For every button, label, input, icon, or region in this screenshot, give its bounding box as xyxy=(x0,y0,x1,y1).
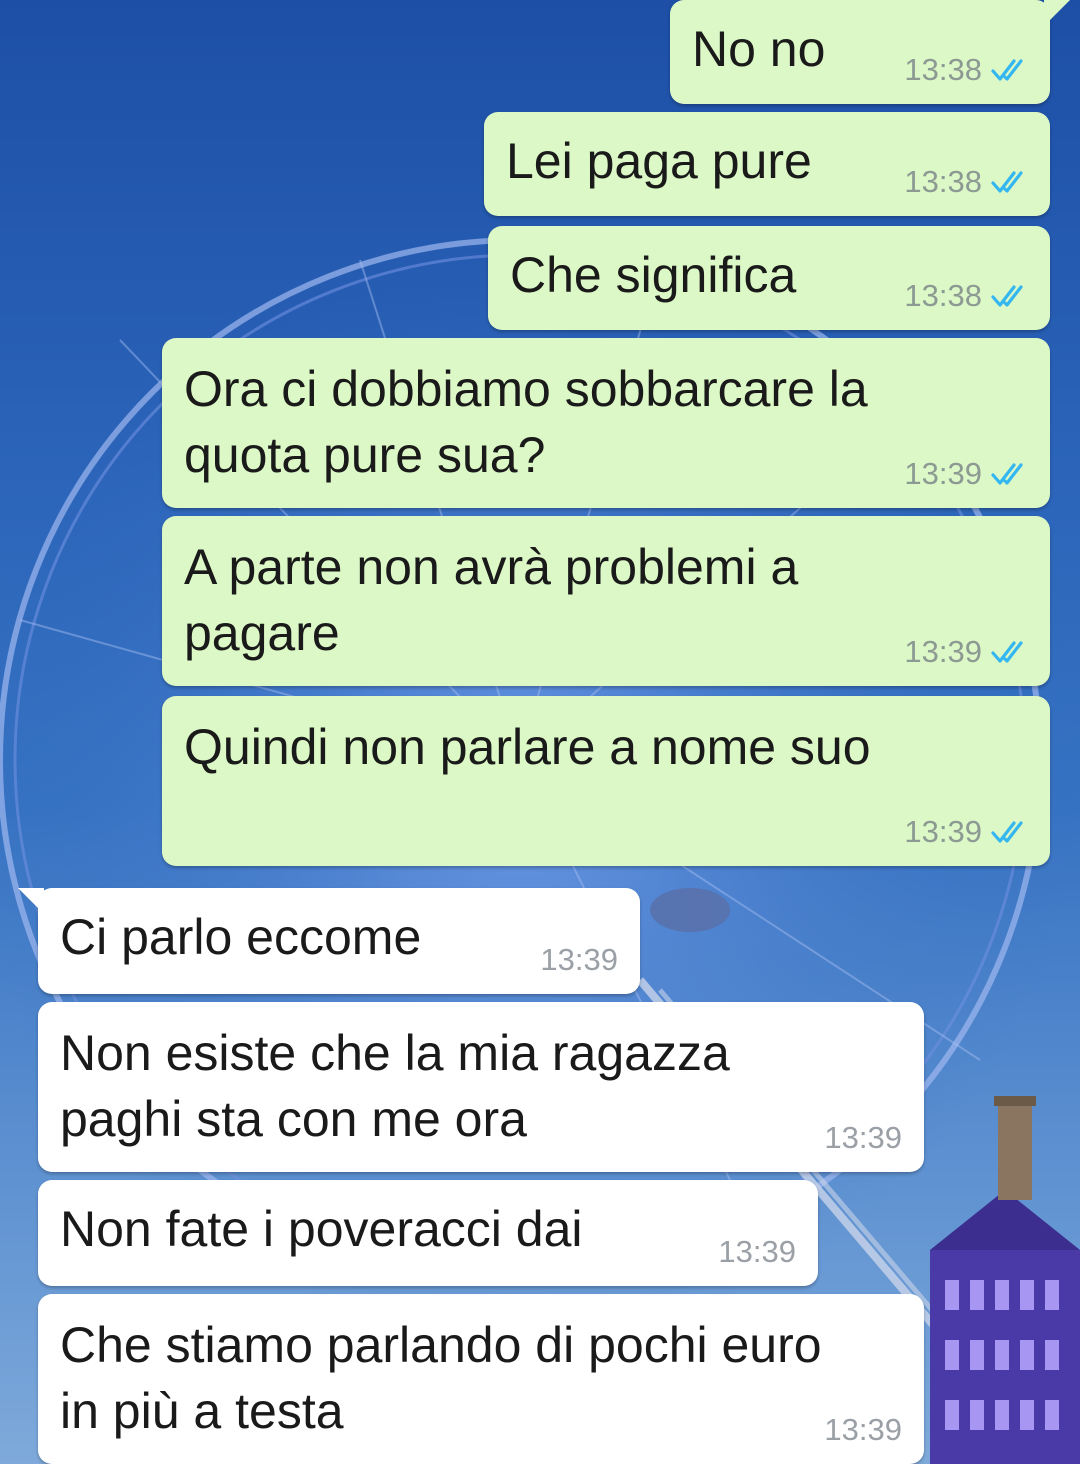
message-meta: 13:39 xyxy=(904,634,1030,670)
message-time: 13:38 xyxy=(904,52,982,87)
outgoing-message[interactable]: Lei paga pure 13:38 xyxy=(484,112,1050,216)
message-meta: 13:39 xyxy=(824,1412,902,1448)
message-time: 13:39 xyxy=(824,1412,902,1447)
message-text: No no xyxy=(692,21,826,77)
incoming-message[interactable]: Ci parlo eccome 13:39 xyxy=(18,888,640,994)
double-check-read-icon xyxy=(991,171,1023,193)
double-check-read-icon xyxy=(991,463,1023,485)
message-time: 13:39 xyxy=(904,814,982,849)
message-time: 13:39 xyxy=(904,634,982,669)
message-text: Ora ci dobbiamo sobbarcare la quota pure… xyxy=(184,361,868,483)
message-text: Quindi non parlare a nome suo xyxy=(184,719,871,775)
message-meta: 13:39 xyxy=(904,456,1030,492)
double-check-read-icon xyxy=(991,821,1023,843)
double-check-read-icon xyxy=(991,641,1023,663)
outgoing-message[interactable]: Che significa 13:38 xyxy=(488,226,1050,330)
message-text: Non fate i poveracci dai xyxy=(60,1201,583,1257)
message-meta: 13:39 xyxy=(718,1234,796,1270)
bubble-tail xyxy=(18,888,44,914)
double-check-read-icon xyxy=(991,59,1023,81)
incoming-message[interactable]: Che stiamo parlando di pochi euro in più… xyxy=(38,1294,924,1464)
message-text: Lei paga pure xyxy=(506,133,812,189)
message-text: A parte non avrà problemi a pagare xyxy=(184,539,799,661)
message-meta: 13:38 xyxy=(904,164,1030,200)
message-time: 13:39 xyxy=(824,1120,902,1155)
outgoing-message[interactable]: Ora ci dobbiamo sobbarcare la quota pure… xyxy=(162,338,1050,508)
message-meta: 13:39 xyxy=(540,942,618,978)
message-text: Che significa xyxy=(510,247,797,303)
message-meta: 13:38 xyxy=(904,52,1030,88)
message-list: No no 13:38 Lei paga pure 13:38 Che sign… xyxy=(0,0,1080,1464)
message-time: 13:39 xyxy=(904,456,982,491)
outgoing-message[interactable]: No no 13:38 xyxy=(670,0,1070,104)
message-text: Che stiamo parlando di pochi euro in più… xyxy=(60,1317,822,1439)
message-meta: 13:39 xyxy=(824,1120,902,1156)
outgoing-message[interactable]: Quindi non parlare a nome suo 13:39 xyxy=(162,696,1050,866)
incoming-message[interactable]: Non esiste che la mia ragazza paghi sta … xyxy=(38,1002,924,1172)
message-meta: 13:39 xyxy=(904,814,1030,850)
message-meta: 13:38 xyxy=(904,278,1030,314)
message-text: Ci parlo eccome xyxy=(60,909,422,965)
message-time: 13:39 xyxy=(718,1234,796,1269)
message-time: 13:38 xyxy=(904,164,982,199)
incoming-message[interactable]: Non fate i poveracci dai 13:39 xyxy=(38,1180,818,1286)
message-time: 13:38 xyxy=(904,278,982,313)
message-time: 13:39 xyxy=(540,942,618,977)
message-text: Non esiste che la mia ragazza paghi sta … xyxy=(60,1025,730,1147)
outgoing-message[interactable]: A parte non avrà problemi a pagare 13:39 xyxy=(162,516,1050,686)
double-check-read-icon xyxy=(991,285,1023,307)
bubble-tail xyxy=(1044,0,1070,26)
